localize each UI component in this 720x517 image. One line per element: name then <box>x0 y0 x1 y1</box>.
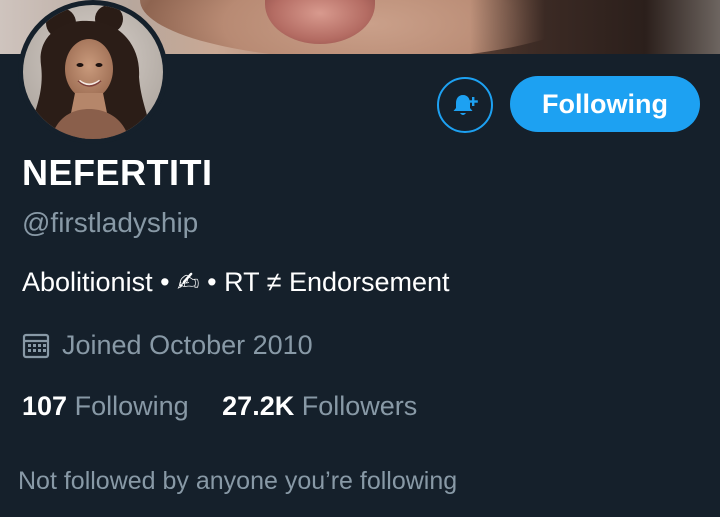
profile-page: Following NEFERTITI @firstladyship Aboli… <box>0 0 720 517</box>
avatar-photo <box>23 5 163 139</box>
followers-label: Followers <box>301 391 418 421</box>
display-name: NEFERTITI <box>22 152 213 193</box>
follow-stats: 107 Following 27.2K Followers <box>22 391 417 422</box>
joined-date-row: Joined October 2010 <box>22 330 313 361</box>
followers-count: 27.2K <box>222 391 295 421</box>
following-label: Following <box>74 391 189 421</box>
following-button[interactable]: Following <box>510 76 700 132</box>
banner-hair-shape <box>470 0 720 54</box>
following-count: 107 <box>22 391 68 421</box>
username-handle: @firstladyship <box>22 207 199 238</box>
bell-plus-icon <box>453 95 478 115</box>
following-count-link[interactable]: 107 Following <box>22 391 189 422</box>
avatar[interactable] <box>18 0 168 144</box>
not-followed-note: Not followed by anyone you’re following <box>18 467 458 495</box>
joined-date-text: Joined October 2010 <box>62 330 313 360</box>
followers-count-link[interactable]: 27.2K Followers <box>222 391 417 422</box>
profile-bio: Abolitionist • ✍ • RT ≠ Endorsement <box>22 267 450 297</box>
calendar-icon <box>22 333 50 358</box>
notifications-button[interactable] <box>437 77 493 133</box>
